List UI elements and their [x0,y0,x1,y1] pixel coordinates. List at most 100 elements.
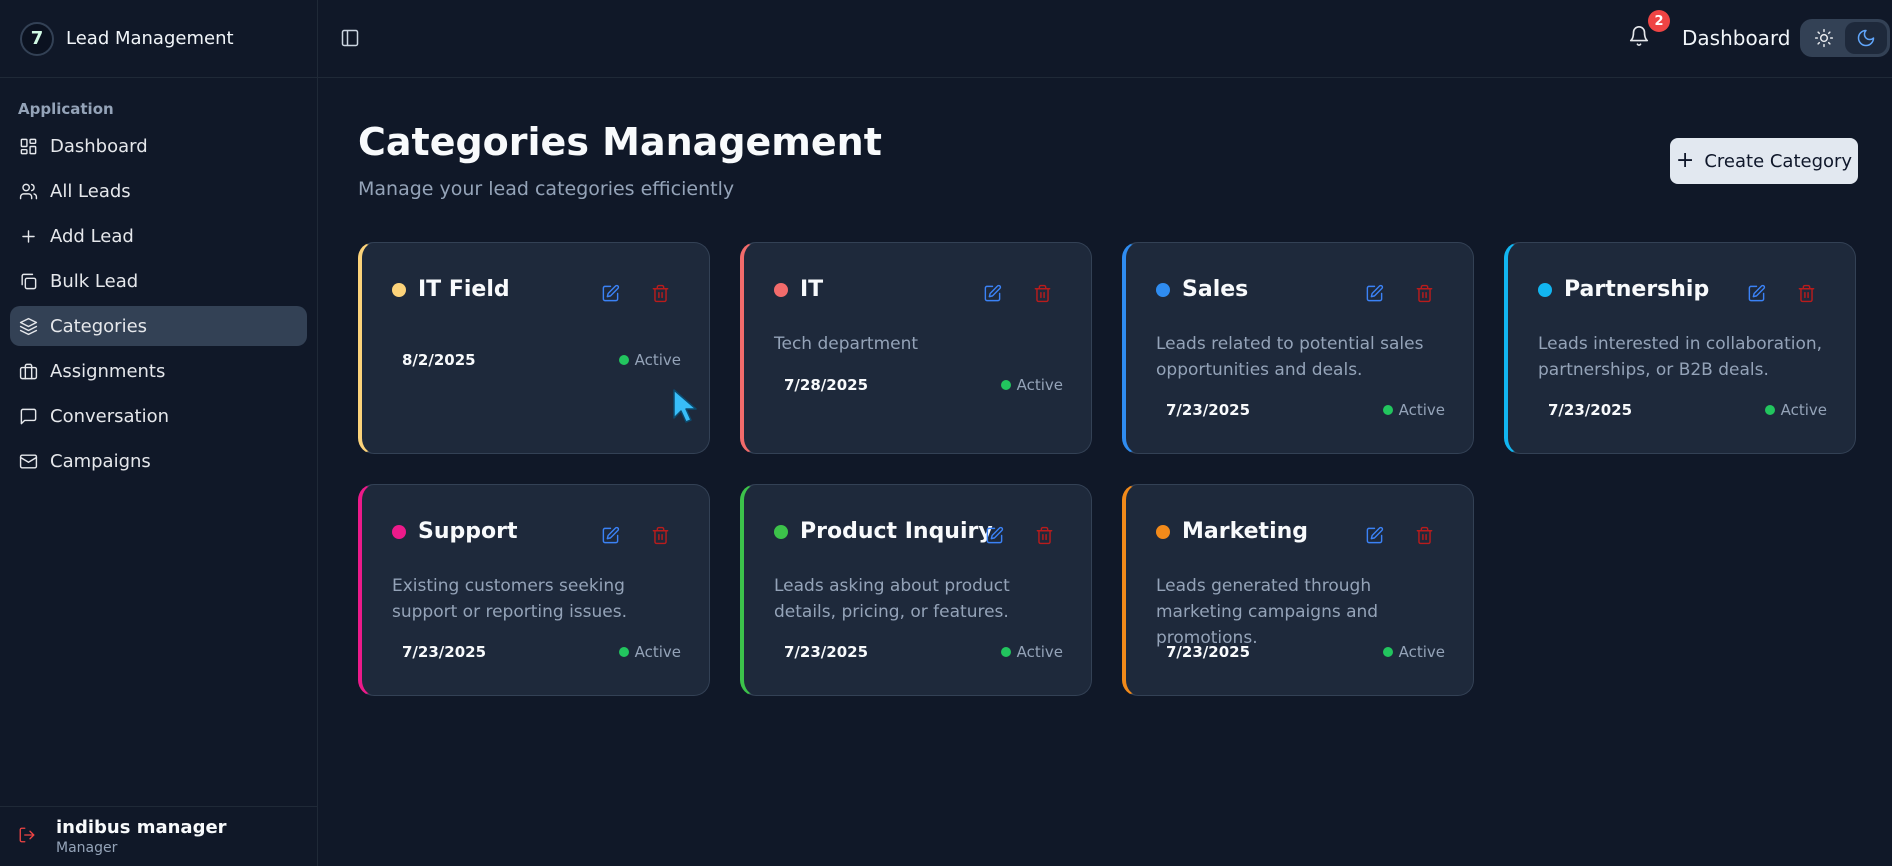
logo: 7 [20,21,54,56]
category-card[interactable]: IT Tech department 7/28/2025 Active [740,242,1092,454]
sidebar-item-all-leads[interactable]: All Leads [10,171,307,211]
edit-button[interactable] [1362,523,1386,547]
user-name: indibus manager [56,817,227,838]
edit-icon [1366,284,1383,301]
category-card[interactable]: IT Field 8/2/2025 Active [358,242,710,454]
category-name: IT [800,277,824,302]
delete-button[interactable] [1032,523,1056,547]
app-root: 7 Lead Management Application Dashboard … [0,0,1892,866]
category-description: Existing customers seeking support or re… [392,576,628,622]
brand[interactable]: 7 Lead Management [0,0,317,78]
sidebar-item-conversation[interactable]: Conversation [10,396,307,436]
category-description: Leads related to potential sales opportu… [1156,334,1424,380]
edit-icon [602,526,619,543]
category-color-dot [392,524,406,539]
sidebar-nav: Dashboard All Leads Add Lead Bulk Lead C… [0,126,317,481]
card-header: Product Inquiry [774,519,993,544]
delete-button[interactable] [1794,281,1818,305]
status-dot [618,355,629,365]
status-badge: Active [1382,643,1445,661]
sidebar-item-label: All Leads [50,180,131,202]
theme-light-button[interactable] [1803,22,1845,54]
delete-button[interactable] [648,523,672,547]
theme-dark-button[interactable] [1845,22,1887,54]
create-category-button[interactable]: + Create Category [1670,138,1858,184]
category-description: Leads asking about product details, pric… [774,576,1010,622]
sidebar-item-label: Assignments [50,360,166,382]
card-actions [598,281,672,305]
edit-button[interactable] [598,523,622,547]
category-name: Marketing [1182,519,1309,544]
sidebar-item-label: Dashboard [50,135,148,157]
moon-icon [1857,29,1875,47]
category-name: Support [418,519,518,544]
sidebar-toggle-button[interactable] [338,26,362,50]
delete-button[interactable] [1030,281,1054,305]
delete-button[interactable] [648,281,672,305]
category-color-dot [1156,524,1170,539]
page-subtitle: Manage your lead categories efficiently [358,178,735,200]
edit-button[interactable] [982,523,1006,547]
brand-name: Lead Management [66,28,234,49]
edit-icon [984,284,1001,301]
created-date: 7/23/2025 [402,643,487,661]
panel-left-icon [341,29,359,47]
status-label: Active [1398,401,1445,419]
trash-icon [1034,284,1050,302]
notification-badge: 2 [1648,10,1670,32]
notification-button[interactable] [1628,25,1652,49]
plus-icon: + [1675,148,1695,173]
delete-button[interactable] [1412,281,1436,305]
edit-button[interactable] [980,281,1004,305]
delete-button[interactable] [1412,523,1436,547]
user-role: Manager [56,840,118,856]
card-actions [1744,281,1818,305]
card-footer: 8/2/2025 Active [402,351,681,369]
category-color-dot [774,524,788,539]
status-dot [1382,647,1393,657]
card-actions [982,523,1056,547]
category-card[interactable]: Marketing Leads generated through market… [1122,484,1474,696]
sun-icon [1814,28,1834,48]
users-icon [18,181,38,201]
user-panel[interactable]: indibus manager Manager [0,806,318,866]
card-footer: 7/23/2025 Active [1548,401,1827,419]
category-card[interactable]: Sales Leads related to potential sales o… [1122,242,1474,454]
card-actions [598,523,672,547]
edit-button[interactable] [598,281,622,305]
sidebar-item-dashboard[interactable]: Dashboard [10,126,307,166]
sidebar-item-label: Categories [50,315,148,337]
sidebar-item-bulk-lead[interactable]: Bulk Lead [10,261,307,301]
edit-button[interactable] [1744,281,1768,305]
section-label: Application [18,100,114,118]
sidebar-item-add-lead[interactable]: Add Lead [10,216,307,256]
sidebar-item-campaigns[interactable]: Campaigns [10,441,307,481]
edit-button[interactable] [1362,281,1386,305]
sidebar-item-label: Campaigns [50,450,151,472]
category-card[interactable]: Product Inquiry Leads asking about produ… [740,484,1092,696]
status-label: Active [1016,643,1063,661]
card-footer: 7/28/2025 Active [784,376,1063,394]
status-label: Active [634,351,681,369]
dashboard-icon [18,136,38,156]
edit-icon [1366,526,1383,543]
status-label: Active [1398,643,1445,661]
status-badge: Active [1000,643,1063,661]
created-date: 7/23/2025 [1548,401,1633,419]
trash-icon [652,526,668,544]
edit-icon [1748,284,1765,301]
status-dot [618,647,629,657]
category-card[interactable]: Partnership Leads interested in collabor… [1504,242,1856,454]
header-title[interactable]: Dashboard [1682,26,1791,50]
category-color-dot [1538,282,1552,297]
category-description: Leads interested in collaboration, partn… [1538,334,1823,380]
sidebar-item-categories[interactable]: Categories [10,306,307,346]
card-footer: 7/23/2025 Active [1166,643,1445,661]
plus-icon [18,226,38,246]
card-actions [980,281,1054,305]
logout-icon[interactable] [18,826,36,848]
category-card[interactable]: Support Existing customers seeking suppo… [358,484,710,696]
briefcase-icon [18,361,38,381]
sidebar-item-assignments[interactable]: Assignments [10,351,307,391]
created-date: 7/23/2025 [1166,401,1251,419]
